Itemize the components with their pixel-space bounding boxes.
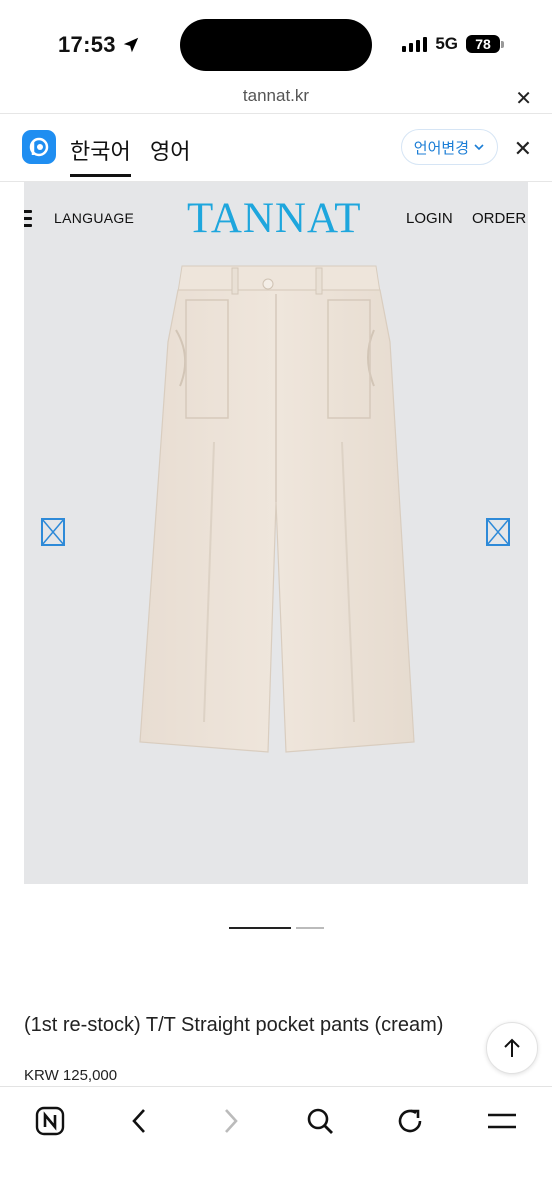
battery-icon: 78 [466,35,504,53]
browser-toolbar [0,1086,552,1200]
tab-english[interactable]: 영어 [150,134,190,166]
tab-korean[interactable]: 한국어 [70,134,131,177]
network-label: 5G [435,34,458,53]
nav-order-link[interactable]: ORDER [472,210,526,227]
site-header: LANGUAGE TANNAT LOGIN ORDER [24,182,528,254]
forward-icon[interactable] [212,1103,248,1139]
status-bar: 17:53 5G 78 [0,0,552,88]
carousel-next-icon[interactable] [486,518,510,546]
product-price: KRW 125,000 [24,1067,118,1084]
close-icon[interactable]: ✕ [515,86,532,111]
back-icon[interactable] [122,1103,158,1139]
arrow-up-icon [504,1038,520,1057]
pagination-indicator[interactable] [296,927,324,929]
signal-icon [402,36,428,52]
nav-login-link[interactable]: LOGIN [406,210,453,227]
carousel-prev-icon[interactable] [41,518,65,546]
translate-bar: 한국어 영어 언어변경 ✕ [0,114,552,182]
chevron-down-icon [474,144,484,151]
location-arrow-icon [123,37,138,53]
battery-level: 78 [466,35,500,53]
translate-close-icon[interactable]: ✕ [514,136,532,162]
search-icon[interactable] [302,1103,338,1139]
reload-icon[interactable] [392,1103,428,1139]
status-indicators: 5G 78 [402,34,504,54]
product-image [139,265,415,753]
naver-home-icon[interactable] [32,1103,68,1139]
url-text[interactable]: tannat.kr [0,86,552,106]
change-language-label: 언어변경 [413,139,469,157]
site-logo[interactable]: TANNAT [187,194,362,243]
scroll-to-top-button[interactable] [486,1022,538,1074]
change-language-button[interactable]: 언어변경 [400,129,498,165]
status-time: 17:53 [58,32,140,58]
product-image-carousel[interactable]: LANGUAGE TANNAT LOGIN ORDER [24,182,528,884]
url-bar[interactable]: tannat.kr ✕ [0,82,552,114]
papago-logo-icon[interactable] [22,130,56,164]
product-title: (1st re-stock) T/T Straight pocket pants… [24,1014,444,1036]
carousel-pagination [229,927,324,929]
status-time-text: 17:53 [58,32,116,57]
hamburger-menu-icon[interactable] [24,210,32,231]
menu-icon[interactable] [484,1103,520,1139]
pagination-indicator-active[interactable] [229,927,291,929]
nav-language-link[interactable]: LANGUAGE [54,210,134,226]
dynamic-island [180,19,372,71]
